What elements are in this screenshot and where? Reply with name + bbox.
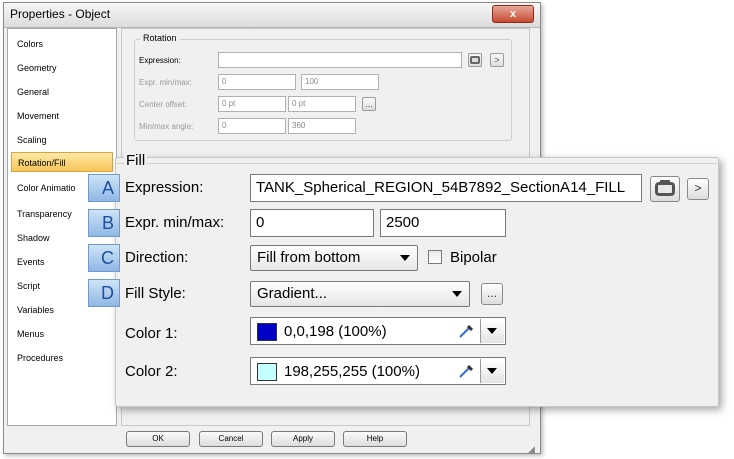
- callout-badge-c: C: [88, 244, 120, 272]
- sidebar-item-movement[interactable]: Movement: [17, 111, 59, 121]
- fill-max-input[interactable]: 2500: [380, 209, 506, 237]
- color2-swatch: [257, 363, 277, 381]
- sidebar-item-geometry[interactable]: Geometry: [17, 63, 57, 73]
- rotation-minmax-label: Expr. min/max:: [139, 78, 192, 87]
- fill-direction-label: Direction:: [125, 249, 189, 266]
- bipolar-checkbox[interactable]: [428, 250, 442, 264]
- rotation-min-input[interactable]: 0: [218, 74, 296, 90]
- fill-expression-input[interactable]: TANK_Spherical_REGION_54B7892_SectionA14…: [250, 174, 642, 202]
- cancel-button[interactable]: Cancel: [199, 431, 263, 447]
- color2-label: Color 2:: [125, 363, 178, 380]
- eyedropper-icon[interactable]: [457, 362, 475, 380]
- ok-button[interactable]: OK: [126, 431, 190, 447]
- chevron-down-icon: [487, 368, 497, 374]
- sidebar-item-general[interactable]: General: [17, 87, 49, 97]
- rotation-angle-min-input[interactable]: 0: [218, 118, 286, 134]
- fill-style-more-button[interactable]: ...: [481, 283, 503, 305]
- rotation-tag-browse-button[interactable]: [468, 53, 482, 67]
- help-button[interactable]: Help: [343, 431, 407, 447]
- sidebar-item-script[interactable]: Script: [17, 281, 40, 291]
- rotation-angle-max-input[interactable]: 360: [288, 118, 356, 134]
- fill-style-label: Fill Style:: [125, 285, 186, 302]
- title-bar[interactable]: Properties - Object x: [4, 3, 540, 28]
- apply-button[interactable]: Apply: [271, 431, 335, 447]
- rotation-more-button[interactable]: >: [490, 53, 504, 67]
- callout-badge-a: A: [88, 174, 120, 202]
- rotation-center-more-button[interactable]: ...: [362, 97, 376, 111]
- fill-style-select[interactable]: Gradient...: [250, 281, 470, 307]
- color1-swatch: [257, 323, 277, 341]
- eyedropper-icon[interactable]: [457, 322, 475, 340]
- color1-picker[interactable]: 0,0,198 (100%): [250, 317, 506, 345]
- callout-badge-d: D: [88, 279, 120, 307]
- color1-dropdown-button[interactable]: [480, 319, 504, 343]
- sidebar-item-variables[interactable]: Variables: [17, 305, 54, 315]
- fill-direction-select[interactable]: Fill from bottom: [250, 245, 418, 271]
- fill-tag-browse-button[interactable]: [650, 176, 680, 202]
- sidebar-item-shadow[interactable]: Shadow: [17, 233, 50, 243]
- fill-minmax-label: Expr. min/max:: [125, 214, 225, 231]
- color1-label: Color 1:: [125, 325, 178, 342]
- sidebar-item-menus[interactable]: Menus: [17, 329, 44, 339]
- rotation-angle-label: Min/max angle:: [139, 122, 194, 131]
- sidebar-item-colors[interactable]: Colors: [17, 39, 43, 49]
- color2-picker[interactable]: 198,255,255 (100%): [250, 357, 506, 385]
- fill-min-input[interactable]: 0: [250, 209, 374, 237]
- sidebar-item-scaling[interactable]: Scaling: [17, 135, 47, 145]
- sidebar-item-color-animation[interactable]: Color Animatio: [17, 183, 76, 193]
- fill-expression-label: Expression:: [125, 179, 204, 196]
- resize-grip-icon[interactable]: ◢: [528, 444, 535, 455]
- tag-browse-icon: [655, 180, 675, 196]
- fill-expression-more-button[interactable]: >: [687, 178, 709, 200]
- color1-value: 0,0,198 (100%): [284, 323, 387, 340]
- rotation-legend: Rotation: [140, 33, 180, 43]
- bipolar-label: Bipolar: [450, 249, 497, 266]
- color2-value: 198,255,255 (100%): [284, 363, 420, 380]
- chevron-down-icon: [452, 291, 462, 297]
- rotation-expression-input[interactable]: [218, 52, 462, 68]
- rotation-center-y-input[interactable]: 0 pt: [288, 96, 356, 112]
- tag-browse-icon: [470, 56, 480, 64]
- color2-dropdown-button[interactable]: [480, 359, 504, 383]
- rotation-center-label: Center offset:: [139, 100, 187, 109]
- chevron-down-icon: [487, 328, 497, 334]
- rotation-expression-label: Expression:: [139, 56, 181, 65]
- fill-legend: Fill: [124, 152, 148, 169]
- sidebar-item-procedures[interactable]: Procedures: [17, 353, 63, 363]
- callout-badge-b: B: [88, 209, 120, 237]
- rotation-max-input[interactable]: 100: [301, 74, 379, 90]
- sidebar-item-events[interactable]: Events: [17, 257, 45, 267]
- fill-direction-value: Fill from bottom: [257, 249, 361, 266]
- sidebar-item-transparency[interactable]: Transparency: [17, 209, 72, 219]
- close-button[interactable]: x: [492, 5, 534, 23]
- rotation-center-x-input[interactable]: 0 pt: [218, 96, 286, 112]
- sidebar-item-rotation-fill[interactable]: Rotation/Fill: [11, 152, 113, 172]
- fill-style-value: Gradient...: [257, 285, 328, 302]
- window-title: Properties - Object: [10, 7, 111, 21]
- chevron-down-icon: [400, 255, 410, 261]
